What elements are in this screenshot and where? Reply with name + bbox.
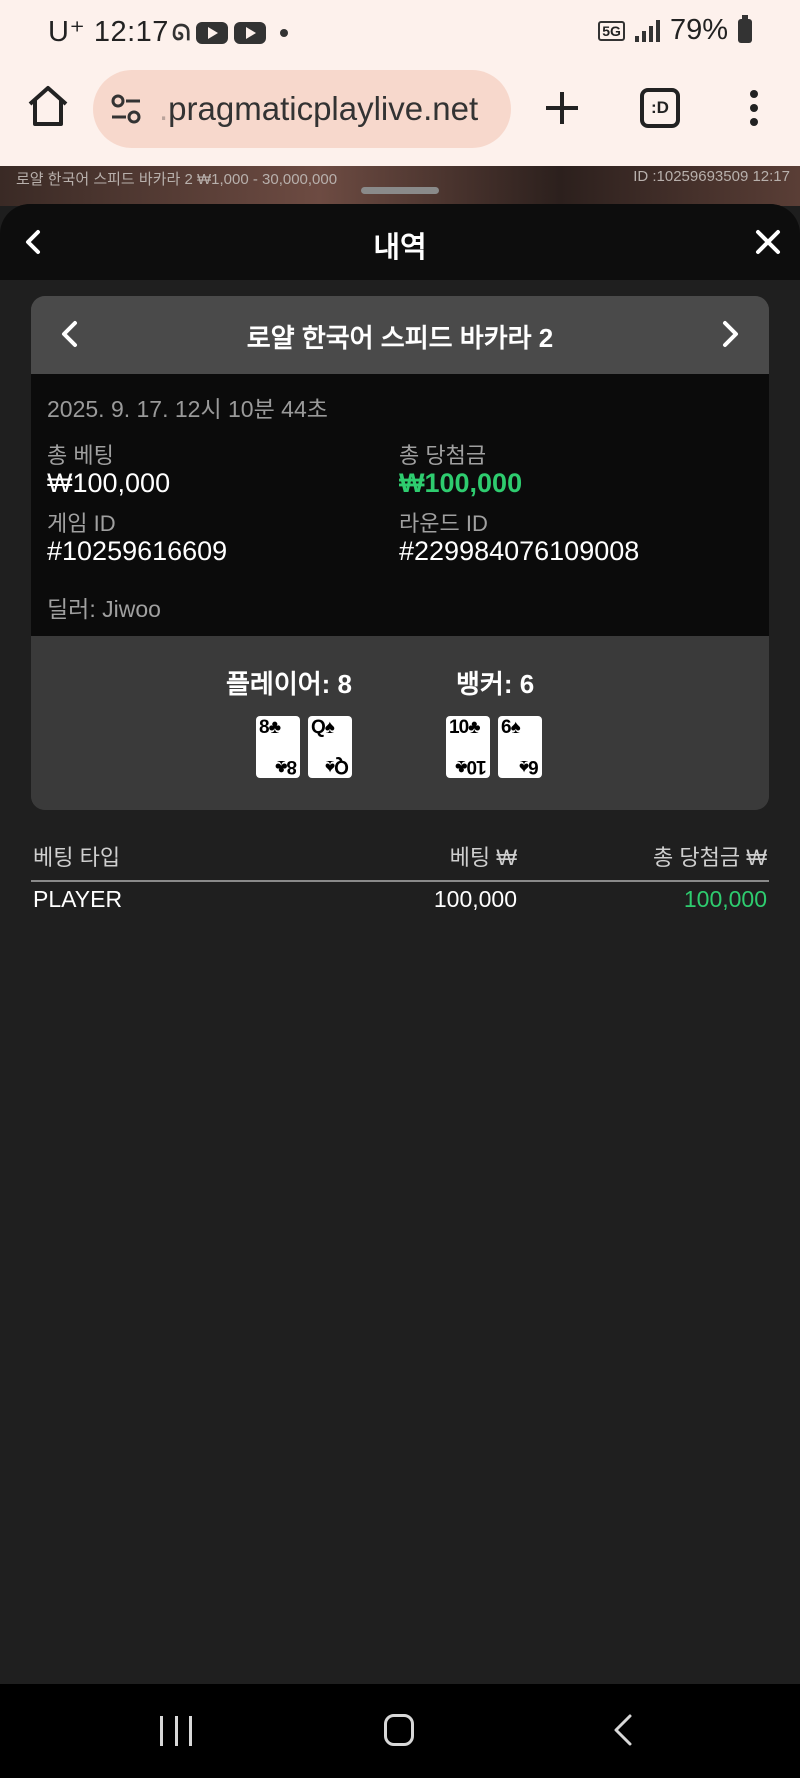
address-bar[interactable]: .pragmaticplaylive.net [93, 70, 511, 148]
system-indicators: 5G 79% [598, 14, 752, 47]
total-win-value: ₩100,000 [399, 468, 523, 498]
new-tab-icon[interactable] [542, 88, 582, 128]
player-score: 플레이어: 8 [226, 669, 353, 699]
round-datetime: 2025. 9. 17. 12시 10분 44초 [47, 396, 328, 422]
header-bet-type: 베팅 타입 [33, 845, 121, 870]
url-text: .pragmaticplaylive.net [159, 90, 478, 128]
battery-percent: 79% [669, 14, 728, 46]
game-id-label: 게임 ID [47, 511, 116, 536]
network-5g-icon: 5G [598, 20, 625, 41]
more-menu-icon[interactable] [744, 88, 764, 128]
player-card-1: 8♣ 8♣ [256, 716, 300, 778]
close-icon[interactable] [752, 226, 784, 258]
status-bar: U⁺ 12:17 ᘏ 5G 79% [0, 0, 800, 62]
youtube-icon [196, 22, 229, 44]
carrier-time: U⁺ 12:17 [48, 14, 169, 49]
game-table-title: 로얄 한국어 스피드 바카라 2 ₩1,000 - 30,000,000 [16, 171, 338, 188]
back-nav-icon[interactable] [608, 1712, 638, 1748]
row-bet-type: PLAYER [33, 886, 123, 912]
row-win-amount: 100,000 [683, 886, 767, 912]
more-notifications-dot-icon [280, 29, 289, 37]
round-id-value: #229984076109008 [399, 536, 640, 566]
clock: 12:17 [93, 16, 169, 48]
total-win-label: 총 당첨금 [399, 443, 487, 468]
banker-score: 뱅커: 6 [456, 669, 535, 699]
carrier-label: U⁺ [48, 16, 86, 48]
home-icon[interactable] [26, 84, 70, 128]
game-name: 로얄 한국어 스피드 바카라 2 [246, 323, 554, 353]
tab-switcher-button[interactable]: :D [640, 88, 680, 128]
recent-apps-icon[interactable] [160, 1716, 192, 1746]
url-prefix: . [159, 90, 169, 127]
game-id-value: #10259616609 [47, 536, 228, 566]
history-sheet: 내역 로얄 한국어 스피드 바카라 2 2025. 9. 17. 12시 10분… [0, 204, 800, 1684]
next-round-icon[interactable] [713, 318, 745, 350]
browser-toolbar: .pragmaticplaylive.net :D [0, 62, 800, 166]
banker-card-2: 6♠ 6♠ [498, 716, 542, 778]
sheet-header: 내역 [0, 204, 800, 280]
table-divider [31, 880, 769, 882]
round-details: 2025. 9. 17. 12시 10분 44초 총 베팅 ₩100,000 총… [31, 374, 769, 636]
row-bet-amount: 100,000 [433, 886, 517, 912]
total-bet-value: ₩100,000 [47, 468, 171, 498]
header-win-amount: 총 당첨금 ₩ [653, 845, 767, 870]
round-record-card: 로얄 한국어 스피드 바카라 2 2025. 9. 17. 12시 10분 44… [31, 296, 769, 810]
signal-icon [634, 19, 660, 42]
header-bet-amount: 베팅 ₩ [449, 845, 517, 870]
site-settings-icon[interactable] [109, 92, 143, 126]
notification-app-icon: ᘏ [172, 20, 191, 45]
round-header: 로얄 한국어 스피드 바카라 2 [31, 296, 769, 374]
game-id-time: ID :10259693509 12:17 [633, 168, 790, 185]
sheet-drag-handle[interactable] [361, 187, 439, 194]
banker-card-1: 10♣ 10♣ [446, 716, 490, 778]
url-domain: pragmaticplaylive.net [168, 90, 479, 127]
round-id-label: 라운드 ID [399, 511, 488, 536]
sheet-title: 내역 [373, 232, 427, 264]
battery-icon [738, 14, 752, 43]
total-bet-label: 총 베팅 [47, 443, 114, 468]
round-result: 플레이어: 8 뱅커: 6 8♣ 8♣ Q♠ Q♠ 10♣ 10♣ 6♠ 6♠ [31, 636, 769, 810]
home-nav-icon[interactable] [384, 1714, 414, 1746]
game-background: 로얄 한국어 스피드 바카라 2 ₩1,000 - 30,000,000 ID … [0, 166, 800, 206]
dealer-name: 딜러: Jiwoo [47, 596, 161, 622]
youtube-icon [234, 22, 267, 44]
system-navigation-bar [0, 1684, 800, 1778]
notification-icons: ᘏ [172, 20, 289, 46]
screen: U⁺ 12:17 ᘏ 5G 79% .pragmaticplaylive.net… [0, 0, 800, 1778]
player-card-2: Q♠ Q♠ [308, 716, 352, 778]
